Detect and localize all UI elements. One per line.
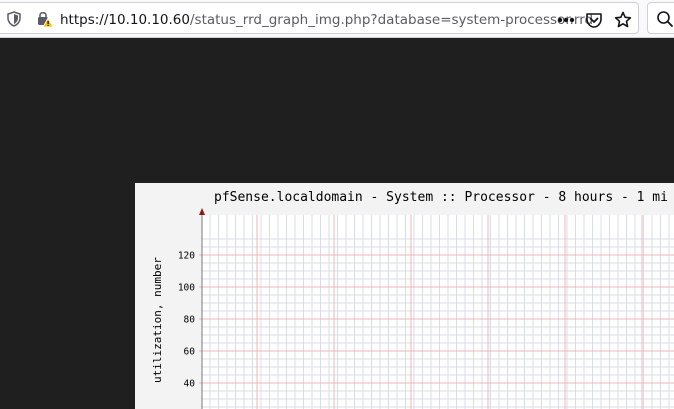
- more-icon[interactable]: [557, 17, 575, 23]
- address-bar[interactable]: https://10.10.10.60/status_rrd_graph_img…: [0, 2, 639, 34]
- y-tick-label: 100: [178, 283, 195, 294]
- browser-toolbar: https://10.10.10.60/status_rrd_graph_img…: [0, 0, 674, 38]
- rrd-graph: pfSense.localdomain - System :: Processo…: [135, 183, 674, 409]
- plot-area: 12010080604020: [178, 208, 674, 409]
- shield-icon[interactable]: [7, 11, 21, 27]
- y-tick-label: 40: [184, 379, 196, 390]
- y-tick-label: 60: [184, 347, 196, 358]
- plot-background: [202, 215, 674, 409]
- search-icon: [657, 11, 673, 27]
- url-host: https://10.10.10.60: [60, 12, 190, 28]
- search-box[interactable]: [647, 2, 674, 34]
- pocket-icon[interactable]: [585, 11, 603, 29]
- y-axis-arrow: [199, 208, 205, 215]
- y-tick-label: 120: [178, 251, 195, 262]
- lock-warning-icon[interactable]: [36, 10, 54, 28]
- url-path: /status_rrd_graph_img.php?database=syste…: [189, 12, 594, 28]
- star-icon[interactable]: [614, 11, 632, 29]
- y-tick-label: 80: [184, 315, 196, 326]
- url-text[interactable]: https://10.10.10.60/status_rrd_graph_img…: [60, 10, 593, 30]
